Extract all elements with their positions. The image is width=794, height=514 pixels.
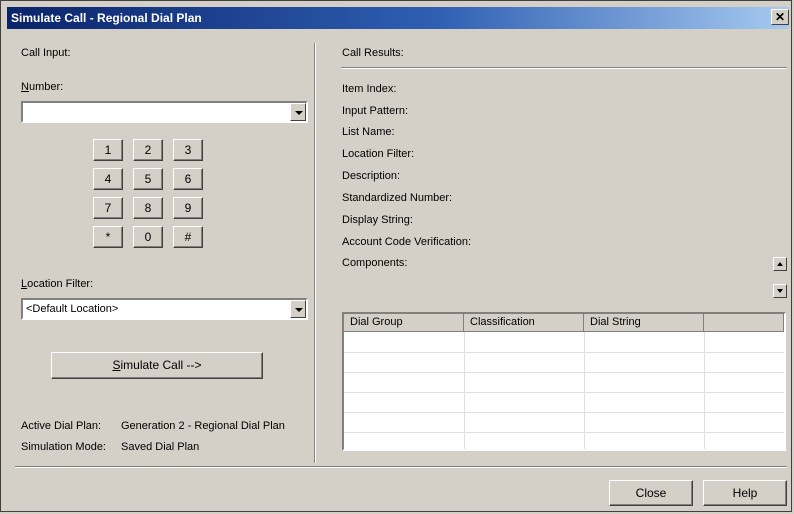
result-field-label: Components: <box>342 257 408 269</box>
close-button[interactable]: Close <box>609 480 693 506</box>
call-results-heading: Call Results: <box>342 47 404 59</box>
call-input-heading: Call Input: <box>21 47 71 59</box>
location-label-rest: ocation Filter: <box>27 278 94 290</box>
table-column-line <box>584 332 585 449</box>
panel-divider <box>314 43 316 463</box>
result-field-label: Standardized Number: <box>342 192 453 204</box>
result-field-label: List Name: <box>342 126 395 138</box>
keypad-key[interactable]: 9 <box>173 197 203 219</box>
result-field-label: Account Code Verification: <box>342 236 472 248</box>
simulate-call-button[interactable]: Simulate Call --> <box>51 352 263 379</box>
keypad-key[interactable]: 3 <box>173 139 203 161</box>
result-field-label: Input Pattern: <box>342 105 409 117</box>
keypad-key[interactable]: 1 <box>93 139 123 161</box>
help-button[interactable]: Help <box>703 480 787 506</box>
simulation-mode-value: Saved Dial Plan <box>121 441 200 453</box>
number-dropdown-arrow-icon[interactable] <box>290 103 306 121</box>
column-header-dial-group[interactable]: Dial Group <box>344 314 464 332</box>
keypad-key[interactable]: 6 <box>173 168 203 190</box>
table-column-line <box>464 332 465 449</box>
keypad-key[interactable]: # <box>173 226 203 248</box>
location-filter-value: <Default Location> <box>26 303 119 315</box>
number-label-rest: umber: <box>28 81 64 93</box>
number-label-mnemonic: N <box>21 81 29 93</box>
result-field-label: Description: <box>342 170 401 182</box>
result-field-label: Item Index: <box>342 83 397 95</box>
components-scroll-up-icon[interactable] <box>773 257 787 271</box>
close-window-icon[interactable]: ✕ <box>771 9 789 25</box>
simulation-mode-label: Simulation Mode: <box>21 441 106 453</box>
number-label: Number: <box>21 81 63 93</box>
location-filter-label: Location Filter: <box>21 278 93 290</box>
result-field-label: Location Filter: <box>342 148 415 160</box>
result-field-label: Display String: <box>342 214 413 226</box>
column-header-dial-string[interactable]: Dial String <box>584 314 704 332</box>
keypad-key[interactable]: 0 <box>133 226 163 248</box>
keypad-key[interactable]: 4 <box>93 168 123 190</box>
active-dial-plan-label: Active Dial Plan: <box>21 420 102 432</box>
active-dial-plan-value: Generation 2 - Regional Dial Plan <box>121 420 285 432</box>
table-row[interactable] <box>344 412 784 413</box>
keypad-key[interactable]: 7 <box>93 197 123 219</box>
column-header-empty <box>704 314 784 332</box>
keypad-key[interactable]: 5 <box>133 168 163 190</box>
components-scroll-down-icon[interactable] <box>773 284 787 298</box>
results-divider <box>341 67 787 69</box>
table-column-line <box>704 332 705 449</box>
table-row[interactable] <box>344 432 784 433</box>
window-title: Simulate Call - Regional Dial Plan <box>11 11 202 25</box>
dial-group-table[interactable]: Dial Group Classification Dial String <box>342 312 786 451</box>
keypad-key[interactable]: 2 <box>133 139 163 161</box>
footer-divider <box>15 466 787 468</box>
title-bar: Simulate Call - Regional Dial Plan ✕ <box>7 7 789 29</box>
keypad-key[interactable]: * <box>93 226 123 248</box>
simulate-label-rest: imulate Call --> <box>120 358 202 372</box>
table-row[interactable] <box>344 372 784 373</box>
location-filter-combobox[interactable]: <Default Location> <box>21 298 308 320</box>
location-dropdown-arrow-icon[interactable] <box>290 300 306 318</box>
simulate-call-dialog: Simulate Call - Regional Dial Plan ✕ Cal… <box>0 0 792 512</box>
keypad-key[interactable]: 8 <box>133 197 163 219</box>
table-row[interactable] <box>344 392 784 393</box>
column-header-classification[interactable]: Classification <box>464 314 584 332</box>
table-row[interactable] <box>344 352 784 353</box>
number-combobox[interactable] <box>21 101 308 123</box>
